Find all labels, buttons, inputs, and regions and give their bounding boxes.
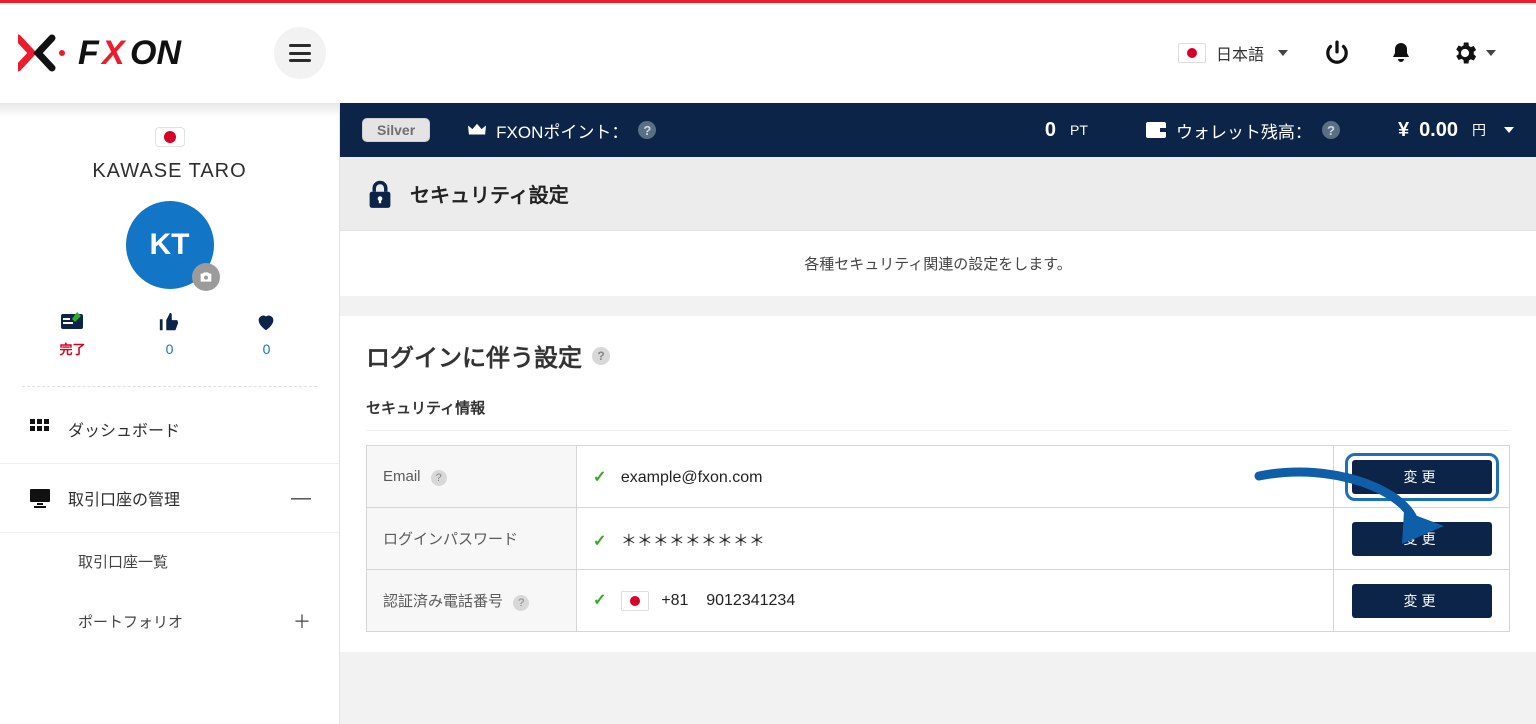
help-icon[interactable]: ?	[1322, 121, 1340, 139]
favorites-stat[interactable]: 0	[218, 311, 314, 357]
svg-text:F: F	[78, 34, 100, 72]
change-email-button[interactable]: 変更	[1352, 460, 1492, 494]
nav-portfolio-label: ポートフォリオ	[78, 611, 183, 632]
nav-accounts-list[interactable]: 取引口座一覧	[78, 533, 339, 590]
kyc-status[interactable]: 完了	[24, 311, 120, 358]
language-selector[interactable]: 日本語	[1178, 41, 1288, 65]
svg-text:ON: ON	[130, 34, 182, 72]
row-password-label: ログインパスワード	[367, 508, 577, 570]
plus-icon: ＋	[293, 608, 311, 634]
thumb-up-icon	[158, 311, 180, 333]
wallet-unit: 円	[1472, 120, 1486, 140]
row-password-value: ✓ ＊＊＊＊＊＊＊＊＊	[577, 508, 1334, 570]
row-password: ログインパスワード ✓ ＊＊＊＊＊＊＊＊＊ 変更	[367, 508, 1510, 570]
header: F X ON 日本語	[0, 3, 1536, 103]
user-country-badge	[155, 127, 185, 147]
power-button[interactable]	[1322, 38, 1352, 68]
grid-icon	[28, 417, 52, 441]
page-header: セキュリティ設定	[340, 157, 1536, 231]
wallet-currency: ¥	[1398, 119, 1409, 142]
wallet-amount[interactable]: ¥ 0.00 円	[1398, 119, 1514, 142]
likes-stat[interactable]: 0	[121, 311, 217, 357]
points-section: FXONポイント： ?	[468, 118, 656, 143]
row-phone-label: 認証済み電話番号 ?	[367, 570, 577, 632]
page-description: 各種セキュリティ関連の設定をします。	[340, 231, 1536, 296]
japan-flag-icon	[621, 591, 649, 611]
infobar: Silver FXONポイント： ? 0 PT ウォレット残高： ? ¥ 0.0…	[340, 103, 1536, 157]
power-icon	[1324, 40, 1350, 66]
wallet-value: 0.00	[1419, 119, 1458, 142]
security-info-subhead: セキュリティ情報	[340, 379, 1536, 430]
check-icon: ✓	[593, 533, 606, 550]
hamburger-menu-button[interactable]	[274, 27, 326, 79]
row-email: Email ? ✓ example@fxon.com 変更	[367, 446, 1510, 508]
check-icon: ✓	[593, 592, 606, 609]
chevron-down-icon	[1504, 127, 1514, 133]
hamburger-icon	[289, 44, 311, 62]
language-label: 日本語	[1216, 41, 1264, 65]
crown-icon	[468, 122, 486, 138]
help-icon[interactable]: ?	[513, 595, 529, 611]
nav-accounts-label: 取引口座の管理	[68, 486, 180, 510]
tier-badge: Silver	[362, 118, 430, 142]
avatar-upload-button[interactable]	[192, 263, 220, 291]
avatar-initials: KT	[150, 228, 190, 262]
chevron-down-icon	[1486, 50, 1496, 56]
help-icon[interactable]: ?	[592, 347, 610, 365]
nav-accounts-list-label: 取引口座一覧	[78, 551, 168, 572]
change-phone-button[interactable]: 変更	[1352, 584, 1492, 618]
main-content: Silver FXONポイント： ? 0 PT ウォレット残高： ? ¥ 0.0…	[340, 103, 1536, 724]
page-title: セキュリティ設定	[410, 179, 569, 208]
wallet-label: ウォレット残高：	[1176, 118, 1312, 143]
wallet-icon	[1146, 122, 1166, 138]
nav-portfolio[interactable]: ポートフォリオ ＋	[78, 590, 339, 652]
monitor-icon	[28, 486, 52, 510]
wallet-section: ウォレット残高： ?	[1146, 118, 1340, 143]
collapse-icon: —	[291, 487, 311, 510]
lock-icon	[366, 180, 394, 208]
favorites-count: 0	[263, 341, 271, 357]
bell-icon	[1389, 40, 1413, 66]
check-icon: ✓	[593, 469, 606, 486]
svg-text:X: X	[100, 34, 127, 72]
brand-logo[interactable]: F X ON	[18, 32, 248, 74]
row-phone: 認証済み電話番号 ? ✓ +81 9012341234 変	[367, 570, 1510, 632]
japan-flag-icon	[1178, 43, 1206, 63]
nav-accounts[interactable]: 取引口座の管理 —	[0, 464, 339, 533]
id-card-icon	[60, 311, 84, 331]
nav-dashboard-label: ダッシュボード	[68, 417, 180, 441]
user-name: KAWASE TARO	[18, 160, 321, 183]
change-password-button[interactable]: 変更	[1352, 522, 1492, 556]
points-unit: PT	[1070, 122, 1088, 138]
chevron-down-icon	[1278, 50, 1288, 56]
section-login-settings-title: ログインに伴う設定	[366, 338, 582, 373]
sidebar: KAWASE TARO KT 完了	[0, 103, 340, 724]
row-email-value: ✓ example@fxon.com	[577, 446, 1334, 508]
points-value: 0	[1045, 119, 1056, 142]
help-icon[interactable]: ?	[638, 121, 656, 139]
heart-icon	[255, 311, 277, 333]
help-icon[interactable]: ?	[431, 470, 447, 486]
row-phone-value: ✓ +81 9012341234	[577, 570, 1334, 632]
camera-icon	[198, 269, 214, 285]
settings-menu-button[interactable]	[1450, 38, 1496, 68]
kyc-status-label: 完了	[59, 339, 85, 358]
notifications-button[interactable]	[1386, 38, 1416, 68]
security-info-table: Email ? ✓ example@fxon.com 変更	[366, 445, 1510, 632]
row-email-label: Email ?	[367, 446, 577, 508]
points-label: FXONポイント：	[496, 118, 628, 143]
gear-icon	[1451, 39, 1479, 67]
nav-dashboard[interactable]: ダッシュボード	[0, 395, 339, 464]
likes-count: 0	[166, 341, 174, 357]
